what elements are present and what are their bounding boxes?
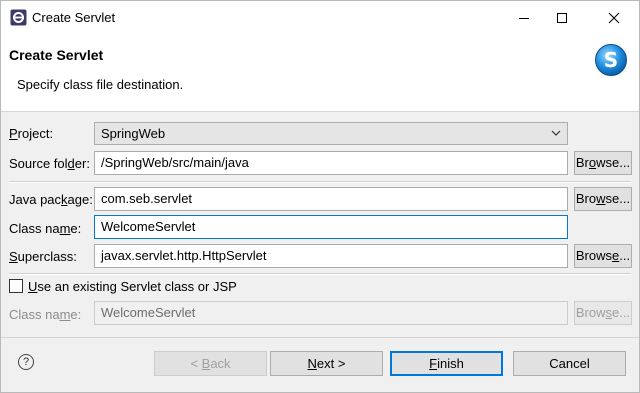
minimize-icon: [519, 18, 529, 19]
existing-class-name-label: Class name:: [9, 307, 82, 322]
project-label: Project:: [9, 126, 54, 141]
back-button[interactable]: < Back: [154, 351, 267, 376]
class-name-label: Class name:: [9, 221, 82, 236]
source-folder-label: Source folder:: [9, 156, 90, 171]
superclass-input[interactable]: javax.servlet.http.HttpServlet: [94, 244, 568, 268]
banner-description: Specify class file destination.: [17, 77, 184, 92]
create-servlet-dialog: Create Servlet Create Servlet Specify cl…: [0, 0, 640, 393]
source-folder-browse-button[interactable]: Browse...: [574, 151, 632, 175]
close-icon: [608, 12, 620, 24]
java-package-input[interactable]: com.seb.servlet: [94, 187, 568, 211]
maximize-icon: [557, 13, 567, 23]
class-name-input[interactable]: WelcomeServlet: [94, 215, 568, 239]
existing-class-browse-button[interactable]: Browse...: [574, 301, 632, 325]
banner-title: Create Servlet: [9, 47, 104, 63]
java-package-label: Java package:: [9, 192, 93, 207]
superclass-label: Superclass:: [9, 249, 77, 264]
eclipse-app-icon: [10, 9, 27, 26]
separator: [9, 181, 631, 183]
java-package-browse-button[interactable]: Browse...: [574, 187, 632, 211]
chevron-down-icon: [551, 130, 561, 136]
servlet-logo-icon: S: [595, 44, 627, 76]
title-bar[interactable]: Create Servlet: [1, 1, 639, 35]
help-icon[interactable]: ?: [18, 354, 34, 370]
maximize-button[interactable]: [539, 1, 585, 35]
wizard-banner: Create Servlet Specify class file destin…: [1, 35, 639, 112]
use-existing-servlet-label[interactable]: Use an existing Servlet class or JSP: [28, 279, 237, 294]
close-button[interactable]: [591, 1, 637, 35]
finish-button[interactable]: Finish: [390, 351, 503, 376]
source-folder-input[interactable]: /SpringWeb/src/main/java: [94, 151, 568, 175]
cancel-button[interactable]: Cancel: [513, 351, 626, 376]
separator: [9, 273, 631, 275]
project-select-value: SpringWeb: [101, 126, 166, 141]
footer-divider: [1, 337, 639, 338]
superclass-browse-button[interactable]: Browse...: [574, 244, 632, 268]
existing-class-name-input[interactable]: WelcomeServlet: [94, 301, 568, 325]
svg-text:S: S: [604, 48, 618, 72]
use-existing-servlet-checkbox[interactable]: [9, 279, 23, 293]
window-title: Create Servlet: [32, 10, 116, 25]
project-select[interactable]: SpringWeb: [94, 122, 568, 145]
next-button[interactable]: Next >: [270, 351, 383, 376]
